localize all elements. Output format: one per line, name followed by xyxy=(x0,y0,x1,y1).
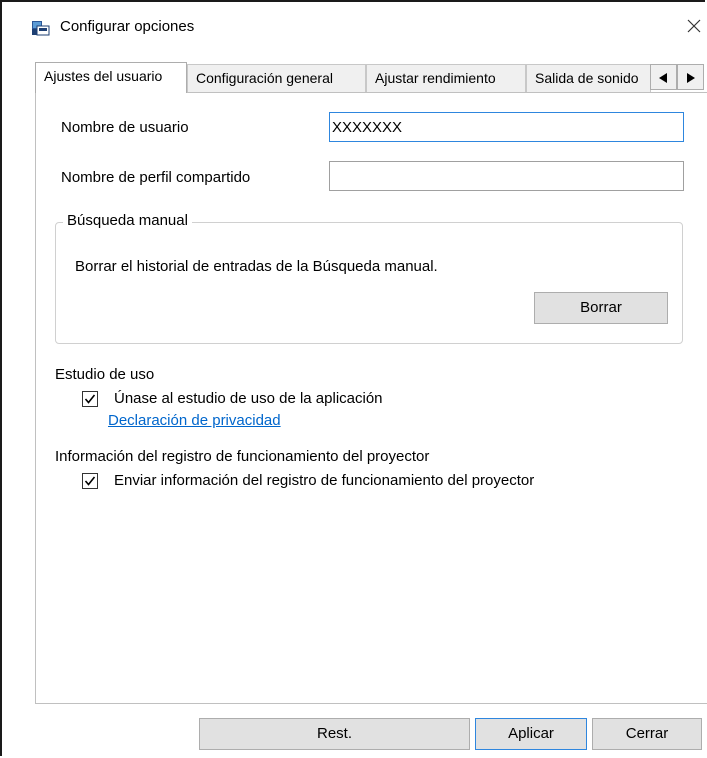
checkmark-icon xyxy=(84,394,96,404)
usage-study-title: Estudio de uso xyxy=(55,366,155,383)
shared-profile-input[interactable] xyxy=(329,161,684,191)
manual-search-title: Búsqueda manual xyxy=(63,212,192,229)
shared-profile-label: Nombre de perfil compartido xyxy=(61,169,251,186)
triangle-right-icon xyxy=(687,73,695,83)
tab-label: Ajustes del usuario xyxy=(44,68,163,84)
apply-button[interactable]: Aplicar xyxy=(475,718,587,750)
tab-label: Ajustar rendimiento xyxy=(375,70,496,86)
projector-app-icon xyxy=(32,20,50,36)
projector-log-checkbox-label[interactable]: Enviar información del registro de funci… xyxy=(114,472,534,489)
tab-scroll-left-button[interactable] xyxy=(650,64,677,90)
projector-log-checkbox[interactable] xyxy=(82,473,98,489)
tab-ajustar-rendimiento[interactable]: Ajustar rendimiento xyxy=(366,64,526,92)
manual-search-description: Borrar el historial de entradas de la Bú… xyxy=(75,258,438,275)
privacy-statement-link[interactable]: Declaración de privacidad xyxy=(108,412,281,429)
tab-label: Configuración general xyxy=(196,70,333,86)
window-title: Configurar opciones xyxy=(60,18,195,35)
usage-study-checkbox[interactable] xyxy=(82,391,98,407)
tab-label: Salida de sonido xyxy=(535,70,639,86)
reset-button[interactable]: Rest. xyxy=(199,718,470,750)
close-dialog-button[interactable]: Cerrar xyxy=(592,718,702,750)
tab-salida-de-sonido[interactable]: Salida de sonido xyxy=(526,64,651,92)
clear-history-button[interactable]: Borrar xyxy=(534,292,668,324)
tab-scroll-right-button[interactable] xyxy=(677,64,704,90)
title-bar: Configurar opciones xyxy=(2,2,707,44)
triangle-left-icon xyxy=(659,73,667,83)
projector-log-title: Información del registro de funcionamien… xyxy=(55,448,430,465)
usage-study-checkbox-label[interactable]: Únase al estudio de uso de la aplicación xyxy=(114,390,383,407)
checkmark-icon xyxy=(84,476,96,486)
manual-search-group xyxy=(55,222,683,344)
username-input[interactable] xyxy=(329,112,684,142)
tab-ajustes-del-usuario[interactable]: Ajustes del usuario xyxy=(35,62,187,93)
username-label: Nombre de usuario xyxy=(61,119,189,136)
close-icon xyxy=(687,19,701,33)
tab-strip: Ajustes del usuario Configuración genera… xyxy=(35,62,707,93)
close-button[interactable] xyxy=(679,12,707,40)
tab-configuracion-general[interactable]: Configuración general xyxy=(187,64,366,92)
